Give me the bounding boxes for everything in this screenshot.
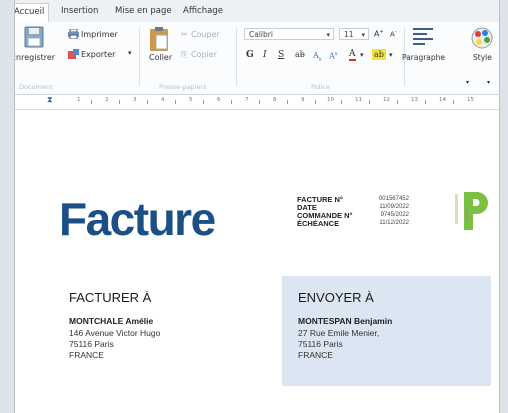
ship-to-name: MONTESPAN Benjamin xyxy=(298,316,393,326)
ruler-number: 2 xyxy=(105,97,109,103)
tab-insertion[interactable]: Insertion xyxy=(57,3,102,21)
bill-to-country-line: FRANCE xyxy=(69,350,104,360)
ship-to-title: ENVOYER À xyxy=(298,290,374,305)
ship-to-city-line: 75116 Paris xyxy=(298,339,343,349)
ship-to-address-line: 27 Rue Emile Menier, xyxy=(298,328,380,338)
tab-accueil[interactable]: Accueil xyxy=(15,3,50,23)
bill-to-city-line: 75116 Paris xyxy=(69,339,114,349)
ruler-tick xyxy=(203,100,204,104)
font-size-value: 11 xyxy=(344,30,354,39)
italic-icon[interactable]: I xyxy=(263,50,267,60)
ruler-tick xyxy=(369,100,370,104)
export-button[interactable]: Exporter xyxy=(81,50,115,59)
ruler-tick xyxy=(147,100,148,104)
ruler-number: 7 xyxy=(245,97,249,103)
due-date-value: 11/12/2022 xyxy=(379,220,409,226)
font-color-icon[interactable]: A xyxy=(349,49,356,61)
paste-button[interactable]: Coller xyxy=(149,53,172,62)
palette-icon[interactable] xyxy=(471,26,493,50)
group-separator xyxy=(236,28,237,86)
subscript-icon[interactable]: Ax xyxy=(313,51,322,63)
ruler-tick xyxy=(287,100,288,104)
font-family-select[interactable]: Calibri ▾ xyxy=(244,28,334,40)
ruler[interactable]: ⧗ 1 2 3 4 5 6 7 8 9 10 11 12 13 14 15 xyxy=(15,95,499,110)
chevron-down-icon: ▾ xyxy=(361,31,365,39)
ruler-tick xyxy=(91,100,92,104)
scissors-icon: ✂ xyxy=(181,30,188,39)
ruler-number: 5 xyxy=(189,97,193,103)
chevron-down-icon: ▾ xyxy=(326,31,330,39)
paragraph-button[interactable]: Paragraphe xyxy=(402,53,445,62)
group-label-document: Document xyxy=(19,83,53,91)
word-processor-window: Accueil Insertion Mise en page Affichage… xyxy=(14,0,500,413)
ruler-tick xyxy=(425,100,426,104)
invoice-title: Facture xyxy=(59,193,216,245)
ribbon: Enregistrer Imprimer Exporter ▾ Coller ✂… xyxy=(15,22,499,95)
strikethrough-icon[interactable]: ab̶ xyxy=(295,50,305,59)
bill-to-address-line: 146 Avenue Victor Hugo xyxy=(69,328,161,338)
ruler-number: 6 xyxy=(217,97,221,103)
copy-icon: ⎘ xyxy=(181,50,188,59)
logo-text: PRODUIT xyxy=(465,207,469,221)
group-label-clipboard: Presse-papiers xyxy=(159,83,207,91)
ship-to-country-line: FRANCE xyxy=(298,350,333,360)
indent-marker-icon[interactable]: ⧗ xyxy=(47,96,53,104)
paste-icon[interactable] xyxy=(149,26,169,52)
document-page[interactable]: Facture FACTURE N° DATE COMMANDE N° ÉCHÉ… xyxy=(15,110,499,413)
ruler-tick xyxy=(453,100,454,104)
ruler-number: 12 xyxy=(383,97,390,103)
shrink-font-icon[interactable]: A- xyxy=(390,29,397,38)
ruler-number: 1 xyxy=(77,97,81,103)
font-size-select[interactable]: 11 ▾ xyxy=(339,28,369,40)
export-icon xyxy=(68,49,79,59)
print-icon xyxy=(68,29,79,39)
ruler-tick xyxy=(175,100,176,104)
cut-button[interactable]: Couper xyxy=(191,30,220,39)
ruler-tick xyxy=(397,100,398,104)
ribbon-tab-bar: Accueil Insertion Mise en page Affichage xyxy=(15,0,499,23)
style-button[interactable]: Style xyxy=(473,53,492,62)
bold-icon[interactable]: G xyxy=(246,50,254,60)
tab-affichage[interactable]: Affichage xyxy=(179,3,227,21)
ruler-tick xyxy=(231,100,232,104)
group-label-font: Police xyxy=(311,83,330,91)
superscript-icon[interactable]: Ax xyxy=(329,51,338,61)
export-dropdown-arrow[interactable]: ▾ xyxy=(128,49,132,57)
company-logo: PRODUIT xyxy=(455,192,488,230)
grow-font-icon[interactable]: A+ xyxy=(374,29,384,39)
highlight-icon[interactable]: ab xyxy=(372,49,386,60)
ruler-number: 9 xyxy=(301,97,305,103)
ruler-tick xyxy=(259,100,260,104)
bill-to-name: MONTCHALE Amélie xyxy=(69,316,154,326)
expand-arrow[interactable]: ▾ xyxy=(487,79,490,86)
font-color-dropdown[interactable]: ▾ xyxy=(360,51,364,59)
group-separator xyxy=(139,28,140,86)
tab-mise-en-page[interactable]: Mise en page xyxy=(111,3,176,21)
ruler-number: 8 xyxy=(273,97,277,103)
ruler-number: 14 xyxy=(439,97,446,103)
due-date-label: ÉCHÉANCE xyxy=(297,219,340,228)
font-family-value: Calibri xyxy=(249,30,273,39)
ruler-number: 11 xyxy=(355,97,362,103)
bill-to-title: FACTURER À xyxy=(69,290,152,305)
highlight-dropdown[interactable]: ▾ xyxy=(389,51,393,59)
copy-button[interactable]: Copier xyxy=(191,50,217,59)
ruler-tick xyxy=(341,100,342,104)
ruler-number: 15 xyxy=(467,97,474,103)
ruler-number: 4 xyxy=(161,97,165,103)
ruler-number: 10 xyxy=(327,97,334,103)
underline-icon[interactable]: S xyxy=(278,50,284,60)
save-icon[interactable] xyxy=(23,26,45,50)
ruler-tick xyxy=(119,100,120,104)
expand-arrow[interactable]: ▾ xyxy=(466,79,469,86)
save-button[interactable]: Enregistrer xyxy=(15,53,55,62)
print-button[interactable]: Imprimer xyxy=(81,30,118,39)
ruler-tick xyxy=(315,100,316,104)
ruler-number: 13 xyxy=(411,97,418,103)
paragraph-icon[interactable] xyxy=(413,27,433,45)
ruler-number: 3 xyxy=(133,97,137,103)
